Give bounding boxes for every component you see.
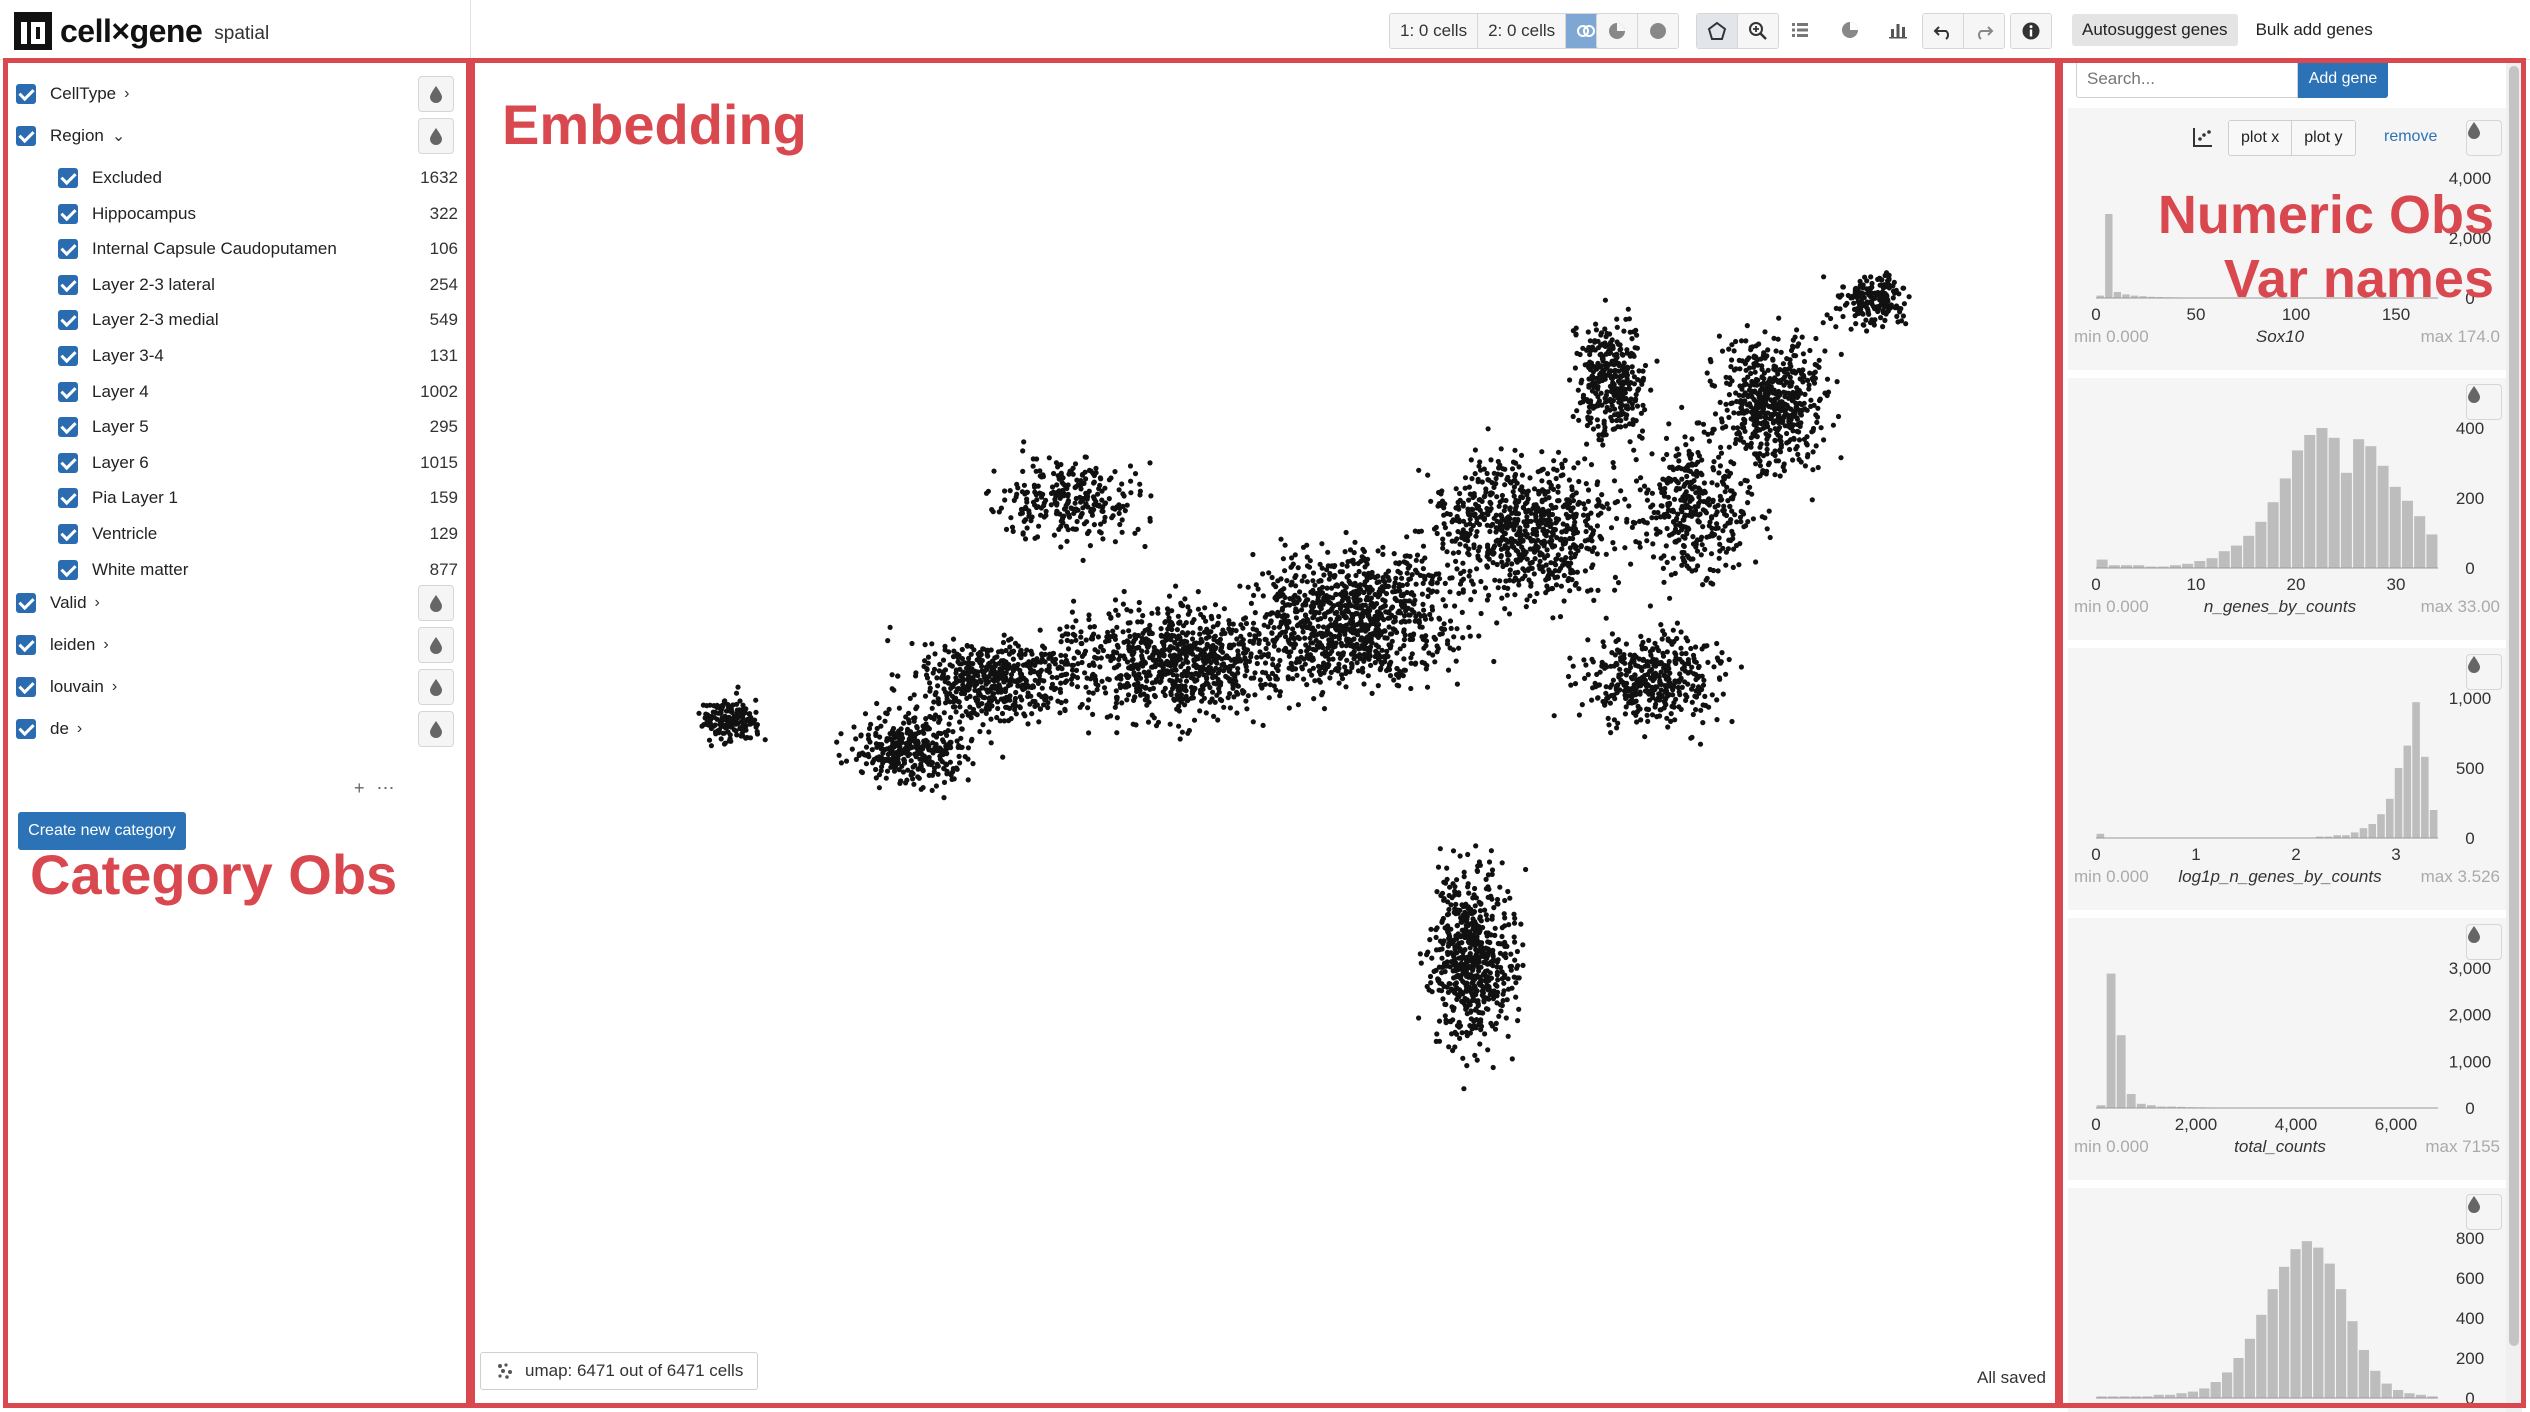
gene-tabs: Autosuggest genes Bulk add genes [2072,14,2383,46]
undo-icon[interactable] [1923,14,1964,48]
app-logo: cell×gene spatial [14,10,269,52]
top-bar: cell×gene spatial 1: 0 cells 2: 0 cells [0,0,2530,60]
lasso-icon[interactable] [1697,14,1738,48]
differential-group [1596,13,1679,49]
app-subtitle: spatial [214,23,270,44]
cell-set-2-button[interactable]: 2: 0 cells [1478,14,1567,48]
info-icon[interactable] [2011,14,2051,48]
circle-icon[interactable] [1638,14,1678,48]
cell-set-1-button[interactable]: 1: 0 cells [1390,14,1479,48]
app-name: cell×gene [60,12,203,49]
topbar-divider [470,0,471,60]
selection-tools [1696,13,1779,49]
zoom-icon[interactable] [1738,14,1778,48]
tab-bulk-add-genes[interactable]: Bulk add genes [2246,14,2383,46]
bar-chart-icon[interactable] [1878,13,1918,47]
bar-chart-tool [1878,13,1918,49]
pie-tool [1830,13,1870,49]
cell-set-group: 1: 0 cells 2: 0 cells [1389,13,1608,49]
list-icon[interactable] [1780,13,1820,47]
tab-autosuggest-genes[interactable]: Autosuggest genes [2072,14,2238,46]
history-group [1922,13,2005,49]
info-group [2010,13,2052,49]
redo-icon[interactable] [1964,14,2004,48]
pie-icon[interactable] [1830,13,1870,47]
list-tool [1780,13,1820,49]
half-circle-icon[interactable] [1597,14,1638,48]
logo-mark-icon [14,12,52,50]
